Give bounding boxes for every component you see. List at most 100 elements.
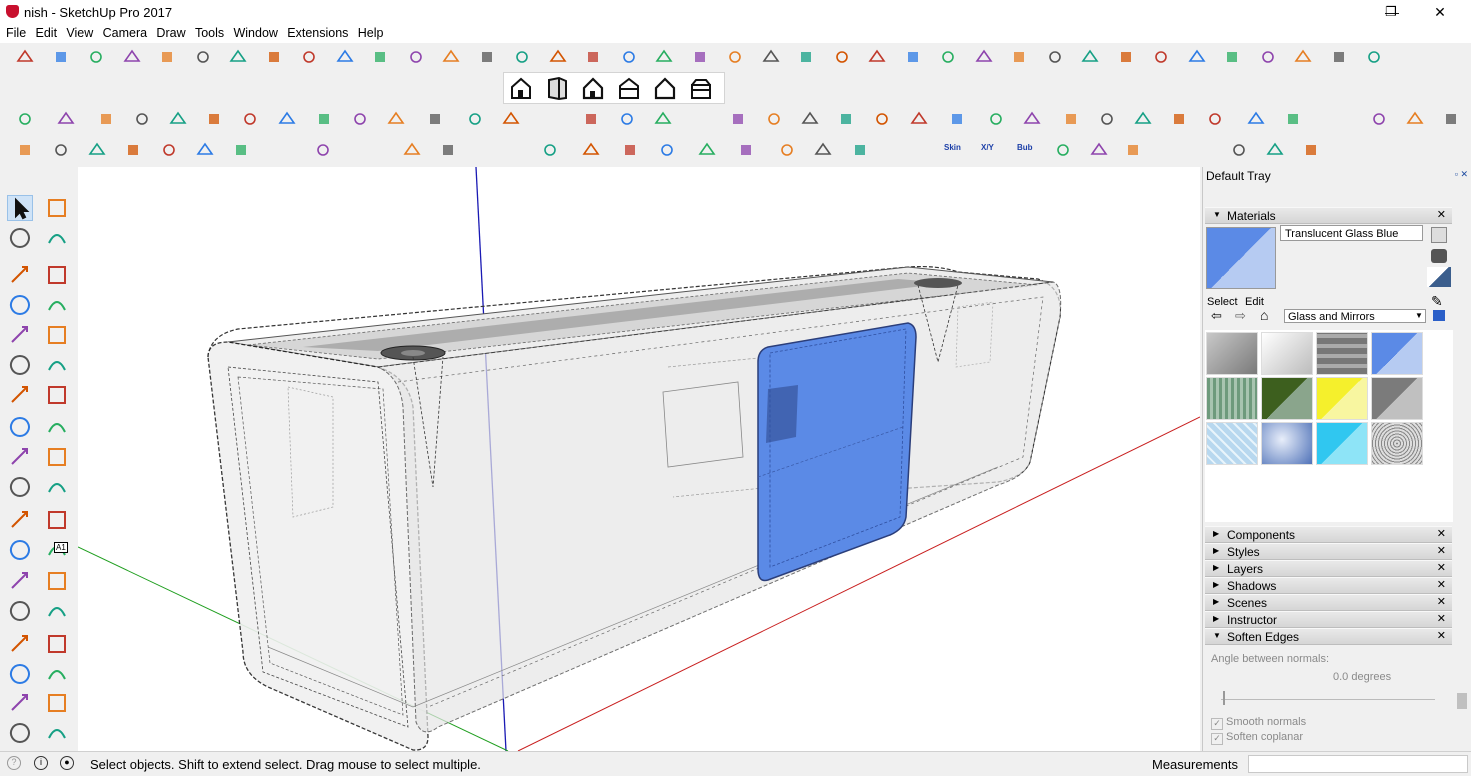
position-camera-tool-icon[interactable] [7, 690, 33, 716]
extension-tool-38-icon[interactable] [1328, 46, 1350, 68]
circle-tool-icon[interactable] [7, 322, 33, 348]
close-icon[interactable]: ✕ [1437, 612, 1446, 625]
tool-7-icon[interactable] [239, 108, 261, 130]
offset-tool-icon[interactable] [44, 474, 70, 500]
extension-tool-31-icon[interactable] [1079, 46, 1101, 68]
panel-header-components[interactable]: ▶ Components ✕ [1205, 526, 1452, 543]
plugin-27-icon[interactable] [1264, 139, 1286, 161]
plugin-26-icon[interactable] [1228, 139, 1250, 161]
rotate-tool-icon[interactable] [7, 444, 33, 470]
tool-3-icon[interactable] [95, 108, 117, 130]
plugin-10-icon[interactable] [437, 139, 459, 161]
swatch-3[interactable] [1371, 332, 1423, 375]
model-canvas[interactable] [78, 167, 1200, 751]
rotated-rectangle-tool-icon[interactable] [44, 292, 70, 318]
walk-tool-icon[interactable] [7, 720, 33, 746]
extension-tool-4-icon[interactable] [121, 46, 143, 68]
eyedropper-icon[interactable]: ✎ [1431, 293, 1443, 310]
tool-26-icon[interactable] [1021, 108, 1043, 130]
extension-tool-2-icon[interactable] [50, 46, 72, 68]
tool-28-icon[interactable] [1096, 108, 1118, 130]
swatch-4[interactable] [1206, 377, 1258, 420]
close-icon[interactable]: ✕ [1437, 527, 1446, 540]
extension-tool-32-icon[interactable] [1115, 46, 1137, 68]
previous-view-tool-icon[interactable] [44, 661, 70, 687]
look-around-tool-icon[interactable] [44, 690, 70, 716]
swatch-0[interactable] [1206, 332, 1258, 375]
soften-coplanar-checkbox[interactable]: ✓ [1211, 733, 1223, 745]
tool-21-icon[interactable] [835, 108, 857, 130]
chevron-down-icon[interactable]: ▼ [1415, 311, 1423, 320]
iso-view-icon[interactable] [511, 77, 531, 99]
swatch-5[interactable] [1261, 377, 1313, 420]
plugin-18-icon[interactable] [812, 139, 834, 161]
plugin-4-icon[interactable] [122, 139, 144, 161]
tool-32-icon[interactable] [1245, 108, 1267, 130]
tool-5-icon[interactable] [167, 108, 189, 130]
extension-tool-35-icon[interactable] [1221, 46, 1243, 68]
tool-25-icon[interactable] [985, 108, 1007, 130]
panel-header-materials[interactable]: ▼ Materials ✕ [1205, 207, 1452, 224]
plugin-17-icon[interactable] [776, 139, 798, 161]
menu-edit[interactable]: Edit [33, 25, 61, 42]
panel-header-layers[interactable]: ▶ Layers ✕ [1205, 560, 1452, 577]
user-account-icon[interactable]: ● [60, 756, 74, 770]
menu-file[interactable]: File [3, 25, 29, 42]
geo-location-icon[interactable]: ? [7, 756, 21, 770]
material-library-select[interactable]: Glass and Mirrors [1284, 309, 1426, 323]
plugin-25-icon[interactable] [1122, 139, 1144, 161]
plugin-3-icon[interactable] [86, 139, 108, 161]
extension-tool-20-icon[interactable] [689, 46, 711, 68]
plugin-11-icon[interactable] [539, 139, 561, 161]
arc-tool-icon[interactable] [7, 352, 33, 378]
tray-pin-icon[interactable]: ▫ ✕ [1455, 169, 1468, 180]
angle-slider-track[interactable] [1221, 699, 1435, 700]
zoom-tool-icon[interactable] [7, 631, 33, 657]
panel-header-shadows[interactable]: ▶ Shadows ✕ [1205, 577, 1452, 594]
rectangle-tool-icon[interactable] [7, 292, 33, 318]
left-view-icon[interactable] [691, 79, 711, 99]
panel-header-instructor[interactable]: ▶ Instructor ✕ [1205, 611, 1452, 628]
tool-33-icon[interactable] [1282, 108, 1304, 130]
plugin-2-icon[interactable] [50, 139, 72, 161]
zoom-window-tool-icon[interactable] [44, 631, 70, 657]
extension-tool-21-icon[interactable] [724, 46, 746, 68]
tool-1-icon[interactable] [14, 108, 36, 130]
extension-tool-14-icon[interactable] [476, 46, 498, 68]
freehand-tool-icon[interactable] [44, 262, 70, 288]
extension-tool-25-icon[interactable] [866, 46, 888, 68]
plugin-14-icon[interactable] [656, 139, 678, 161]
extension-tool-24-icon[interactable] [831, 46, 853, 68]
extension-tool-9-icon[interactable] [298, 46, 320, 68]
select-tool-icon[interactable] [7, 195, 33, 221]
extension-tool-28-icon[interactable] [973, 46, 995, 68]
close-button[interactable]: ✕ [1415, 0, 1465, 24]
orbit-tool-icon[interactable] [7, 598, 33, 624]
3d-text-tool-icon[interactable] [44, 568, 70, 594]
tape-measure-tool-icon[interactable] [7, 507, 33, 533]
extension-tool-1-icon[interactable] [14, 46, 36, 68]
plugin-16-icon[interactable] [735, 139, 757, 161]
tool-22-icon[interactable] [871, 108, 893, 130]
tool-20-icon[interactable] [799, 108, 821, 130]
extension-tool-3-icon[interactable] [85, 46, 107, 68]
menu-help[interactable]: Help [355, 25, 387, 42]
extension-tool-27-icon[interactable] [937, 46, 959, 68]
tab-select[interactable]: Select [1207, 296, 1238, 308]
scale-tool-icon[interactable] [7, 474, 33, 500]
tool-18-icon[interactable] [727, 108, 749, 130]
tool-8-icon[interactable] [276, 108, 298, 130]
swatch-2[interactable] [1316, 332, 1368, 375]
tool-17-icon[interactable] [652, 108, 674, 130]
extension-tool-37-icon[interactable] [1292, 46, 1314, 68]
measurements-input[interactable] [1248, 755, 1468, 773]
close-icon[interactable]: ✕ [1437, 595, 1446, 608]
section-plane-tool-icon[interactable] [44, 720, 70, 746]
tool-30-icon[interactable] [1168, 108, 1190, 130]
angle-slider-thumb[interactable] [1223, 691, 1225, 705]
extension-tool-13-icon[interactable] [440, 46, 462, 68]
tool-24-icon[interactable] [946, 108, 968, 130]
extension-tool-36-icon[interactable] [1257, 46, 1279, 68]
axes-tool-icon[interactable] [7, 568, 33, 594]
menu-extensions[interactable]: Extensions [284, 25, 351, 42]
